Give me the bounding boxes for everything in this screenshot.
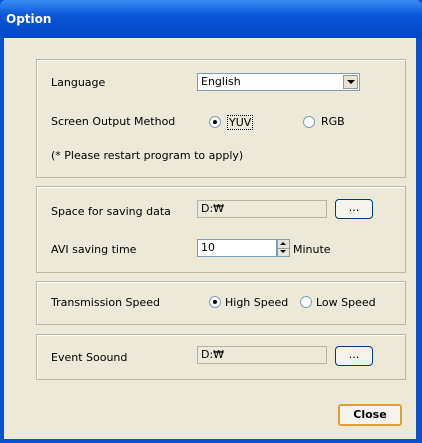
space-browse-button[interactable]: ... <box>335 199 373 219</box>
spin-down-icon[interactable] <box>278 248 289 256</box>
radio-rgb-label[interactable]: RGB <box>321 115 345 128</box>
event-sound-path-field[interactable]: D:₩ <box>197 346 327 364</box>
language-selected-value: English <box>201 75 241 88</box>
close-button-label: Close <box>353 408 387 421</box>
transmission-label: Transmission Speed <box>51 296 161 309</box>
space-path-value: D:₩ <box>201 202 225 215</box>
radio-high-speed[interactable] <box>209 296 221 308</box>
event-sound-browse-label: ... <box>348 348 360 361</box>
display-settings-group: Language English Screen Output Method YU… <box>36 59 406 178</box>
avi-time-value: 10 <box>201 241 215 254</box>
option-dialog: Option Language English Screen Output Me… <box>0 0 422 443</box>
radio-yuv[interactable] <box>209 116 221 128</box>
chevron-down-icon[interactable] <box>343 75 358 89</box>
avi-time-label: AVI saving time <box>51 243 137 256</box>
radio-yuv-label[interactable]: YUV <box>227 115 254 130</box>
transmission-group: Transmission Speed High Speed Low Speed <box>36 281 406 325</box>
saving-settings-group: Space for saving data D:₩ ... AVI saving… <box>36 186 406 273</box>
space-path-field[interactable]: D:₩ <box>197 200 327 218</box>
avi-time-stepper[interactable] <box>277 239 290 257</box>
window-title: Option <box>6 12 52 26</box>
space-browse-label: ... <box>348 201 360 214</box>
close-button[interactable]: Close <box>338 404 402 426</box>
language-label: Language <box>51 76 106 89</box>
radio-low-speed-label[interactable]: Low Speed <box>316 296 376 309</box>
avi-time-input[interactable]: 10 <box>197 239 277 257</box>
event-sound-group: Event Soound D:₩ ... <box>36 334 406 380</box>
screen-output-label: Screen Output Method <box>51 115 176 128</box>
event-sound-label: Event Soound <box>51 351 128 364</box>
radio-rgb[interactable] <box>303 116 315 128</box>
event-sound-path-value: D:₩ <box>201 348 225 361</box>
restart-note: (* Please restart program to apply) <box>51 149 244 162</box>
radio-high-speed-label[interactable]: High Speed <box>225 296 288 309</box>
radio-low-speed[interactable] <box>300 296 312 308</box>
event-sound-browse-button[interactable]: ... <box>335 346 373 366</box>
dialog-body: Language English Screen Output Method YU… <box>4 38 416 439</box>
language-select[interactable]: English <box>197 73 360 91</box>
avi-unit-label: Minute <box>293 243 331 256</box>
space-label: Space for saving data <box>51 205 171 218</box>
title-bar[interactable]: Option <box>0 0 422 38</box>
